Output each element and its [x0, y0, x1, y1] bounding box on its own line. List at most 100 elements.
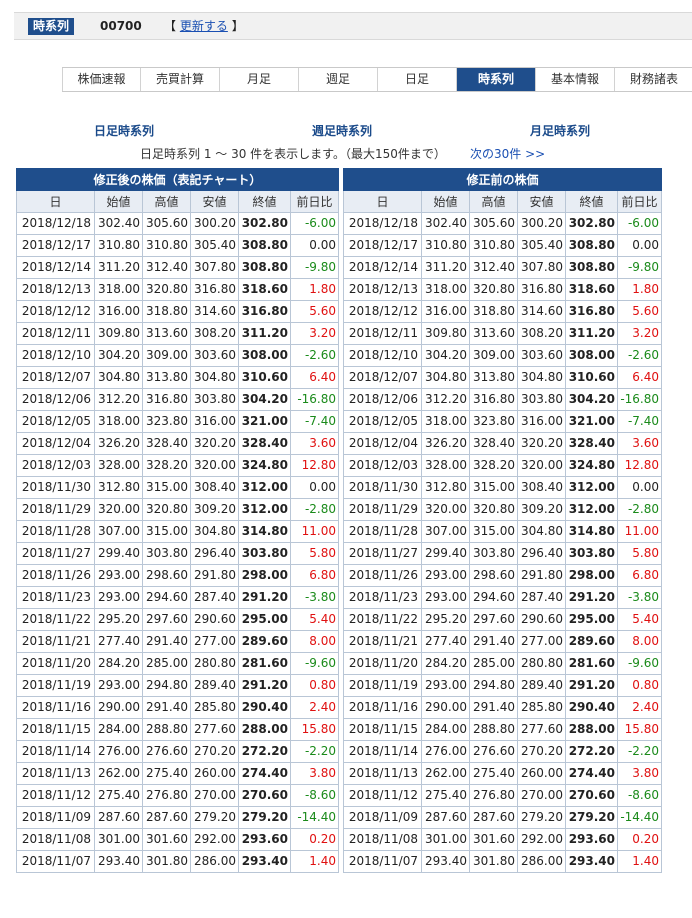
cell-date: 2018/11/09 [16, 806, 95, 829]
tab-basic-info[interactable]: 基本情報 [536, 68, 615, 91]
cell-low: 292.00 [517, 828, 566, 851]
cell-high: 328.40 [142, 432, 191, 455]
cell-high: 297.60 [142, 608, 191, 631]
cell-high: 287.60 [142, 806, 191, 829]
cell-change: 5.80 [617, 542, 662, 565]
cell-close: 318.60 [238, 278, 291, 301]
cell-change: 8.00 [617, 630, 662, 653]
tab-daily[interactable]: 日足 [378, 68, 457, 91]
cell-change: 5.60 [290, 300, 339, 323]
cell-high: 294.80 [142, 674, 191, 697]
cell-low: 300.20 [190, 212, 239, 235]
cell-high: 309.00 [469, 344, 518, 367]
cell-low: 320.20 [517, 432, 566, 455]
cell-change: 11.00 [290, 520, 339, 543]
cell-open: 295.20 [94, 608, 143, 631]
tab-timeseries[interactable]: 時系列 [457, 68, 536, 91]
table-row: 2018/12/12 316.00 318.80 314.60 316.80 5.60 [16, 300, 339, 323]
cell-open: 328.00 [421, 454, 470, 477]
cell-low: 287.40 [517, 586, 566, 609]
cell-open: 284.20 [94, 652, 143, 675]
table-row: 2018/11/23 293.00 294.60 287.40 291.20 -3.80 [343, 586, 662, 609]
table-row: 2018/11/07 293.40 301.80 286.00 293.40 1.40 [343, 850, 662, 873]
next-page-link[interactable]: 次の30件 >> [470, 145, 545, 162]
cell-change: 12.80 [290, 454, 339, 477]
table-row: 2018/11/16 290.00 291.40 285.80 290.40 2.40 [343, 696, 662, 719]
cell-low: 270.20 [517, 740, 566, 763]
cell-high: 294.80 [469, 674, 518, 697]
cell-high: 310.80 [469, 234, 518, 257]
cell-low: 309.20 [517, 498, 566, 521]
cell-high: 313.80 [469, 366, 518, 389]
cell-date: 2018/11/19 [343, 674, 422, 697]
refresh-link[interactable]: 更新する [180, 19, 228, 33]
cell-close: 272.20 [565, 740, 618, 763]
cell-low: 285.80 [517, 696, 566, 719]
cell-close: 314.80 [565, 520, 618, 543]
cell-change: -9.60 [290, 652, 339, 675]
cell-close: 308.80 [565, 256, 618, 279]
table-row: 2018/12/14 311.20 312.40 307.80 308.80 -9.80 [343, 256, 662, 279]
cell-high: 298.60 [469, 564, 518, 587]
tab-trade-calc[interactable]: 売買計算 [141, 68, 220, 91]
cell-close: 321.00 [565, 410, 618, 433]
weekly-series-link[interactable]: 週足時系列 [312, 122, 372, 139]
display-range-info: 日足時系列 1 〜 30 件を表示します。（最大150件まで） [140, 147, 446, 161]
cell-close: 311.20 [238, 322, 291, 345]
cell-date: 2018/12/11 [343, 322, 422, 345]
cell-low: 277.00 [190, 630, 239, 653]
cell-date: 2018/12/04 [343, 432, 422, 455]
cell-close: 279.20 [238, 806, 291, 829]
tab-quote[interactable]: 株価速報 [62, 68, 141, 91]
cell-low: 286.00 [190, 850, 239, 873]
cell-date: 2018/11/23 [343, 586, 422, 609]
tab-weekly[interactable]: 週足 [299, 68, 378, 91]
col-change: 前日比 [617, 190, 662, 213]
tab-financials[interactable]: 財務諸表 [615, 68, 692, 91]
table-row: 2018/11/08 301.00 301.60 292.00 293.60 0.20 [16, 828, 339, 851]
col-date: 日 [16, 190, 95, 213]
cell-close: 312.00 [238, 476, 291, 499]
table-row: 2018/11/29 320.00 320.80 309.20 312.00 -2.80 [16, 498, 339, 521]
cell-open: 307.00 [94, 520, 143, 543]
cell-open: 318.00 [94, 410, 143, 433]
cell-high: 276.80 [469, 784, 518, 807]
cell-open: 262.00 [94, 762, 143, 785]
cell-close: 293.40 [565, 850, 618, 873]
table-row: 2018/12/12 316.00 318.80 314.60 316.80 5.60 [343, 300, 662, 323]
cell-open: 304.20 [94, 344, 143, 367]
cell-high: 301.60 [142, 828, 191, 851]
cell-open: 309.80 [421, 322, 470, 345]
cell-change: -9.80 [617, 256, 662, 279]
cell-date: 2018/12/06 [16, 388, 95, 411]
cell-date: 2018/11/09 [343, 806, 422, 829]
cell-high: 285.00 [142, 652, 191, 675]
cell-close: 308.80 [238, 256, 291, 279]
cell-open: 276.00 [421, 740, 470, 763]
cell-date: 2018/11/20 [343, 652, 422, 675]
cell-change: 3.60 [617, 432, 662, 455]
cell-change: 5.60 [617, 300, 662, 323]
cell-open: 304.80 [94, 366, 143, 389]
cell-open: 276.00 [94, 740, 143, 763]
cell-close: 291.20 [238, 586, 291, 609]
cell-high: 318.80 [469, 300, 518, 323]
cell-high: 301.60 [469, 828, 518, 851]
cell-open: 290.00 [421, 696, 470, 719]
table-row: 2018/12/13 318.00 320.80 316.80 318.60 1.80 [343, 278, 662, 301]
cell-low: 279.20 [517, 806, 566, 829]
tab-monthly[interactable]: 月足 [220, 68, 299, 91]
cell-close: 289.60 [565, 630, 618, 653]
cell-open: 284.20 [421, 652, 470, 675]
cell-open: 328.00 [94, 454, 143, 477]
cell-high: 328.20 [469, 454, 518, 477]
table-row: 2018/12/18 302.40 305.60 300.20 302.80 -6.00 [343, 212, 662, 235]
cell-date: 2018/12/03 [343, 454, 422, 477]
cell-high: 315.00 [142, 476, 191, 499]
cell-open: 277.40 [421, 630, 470, 653]
cell-low: 289.40 [517, 674, 566, 697]
daily-series-link[interactable]: 日足時系列 [94, 122, 154, 139]
monthly-series-link[interactable]: 月足時系列 [530, 122, 590, 139]
cell-date: 2018/12/17 [343, 234, 422, 257]
table-row: 2018/11/20 284.20 285.00 280.80 281.60 -9.60 [16, 652, 339, 675]
